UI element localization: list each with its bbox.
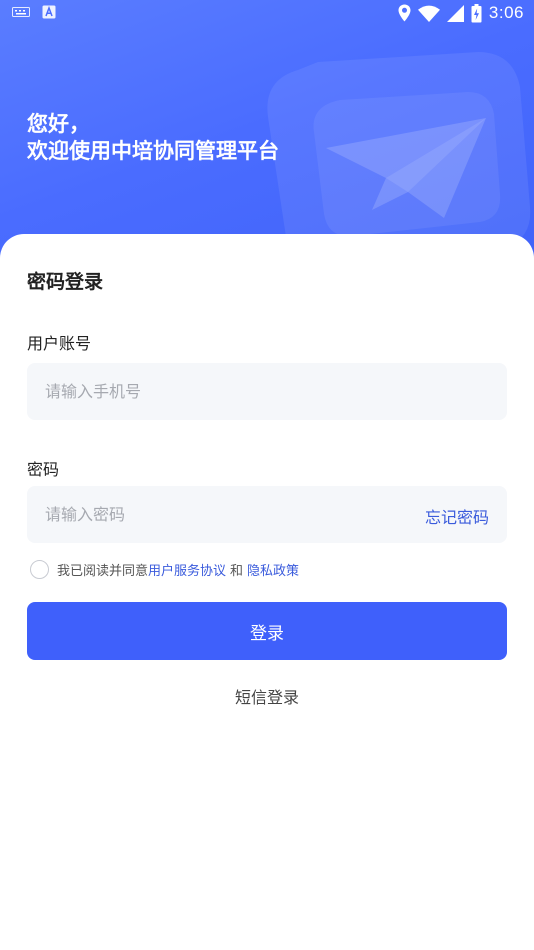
- greeting-line-hello: 您好，: [27, 112, 90, 136]
- greeting-line-welcome: 欢迎使用中培协同管理平台: [27, 139, 279, 163]
- sms-login-link[interactable]: 短信登录: [0, 684, 534, 708]
- login-card: 密码登录 用户账号 密码 忘记密码 我已阅读并同意 用户服务协议 和 隐私政策 …: [0, 234, 534, 950]
- account-input[interactable]: [45, 363, 405, 420]
- agreement-row: 我已阅读并同意 用户服务协议 和 隐私政策: [30, 560, 299, 579]
- a-box-icon: [42, 5, 56, 19]
- password-input[interactable]: [45, 486, 405, 543]
- forgot-password-link[interactable]: 忘记密码: [425, 504, 489, 528]
- status-bar: 3:06: [0, 0, 534, 28]
- password-label: 密码: [27, 460, 60, 479]
- account-input-box: [27, 363, 507, 420]
- status-time: 3:06: [488, 3, 524, 22]
- terms-of-service-link[interactable]: 用户服务协议: [148, 560, 226, 579]
- keyboard-icon: [12, 7, 30, 17]
- login-button[interactable]: 登录: [27, 602, 507, 660]
- login-title: 密码登录: [27, 271, 104, 293]
- signal-icon: [446, 4, 464, 22]
- agreement-prefix: 我已阅读并同意: [57, 564, 149, 579]
- privacy-policy-link[interactable]: 隐私政策: [247, 560, 299, 579]
- location-icon: [398, 4, 411, 22]
- agreement-and: 和: [230, 564, 244, 579]
- password-input-box: 忘记密码: [27, 486, 507, 543]
- greeting-text: 您好， 欢迎使用中培协同管理平台: [27, 111, 279, 165]
- account-label: 用户账号: [27, 334, 92, 353]
- agreement-checkbox[interactable]: [30, 560, 49, 579]
- wifi-icon: [417, 5, 440, 22]
- battery-icon: [471, 3, 482, 22]
